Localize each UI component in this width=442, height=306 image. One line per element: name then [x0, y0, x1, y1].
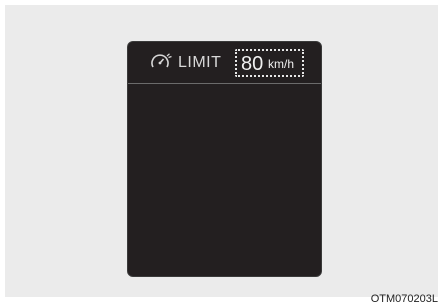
speed-value: 80 [241, 53, 264, 75]
speed-unit: km/h [268, 57, 295, 71]
speed-limiter-icon [151, 53, 172, 68]
cluster-display: LIMIT 80 km/h [127, 41, 322, 277]
limit-label: LIMIT [178, 54, 222, 71]
figure-code: OTM070203L [370, 293, 438, 305]
display-header: LIMIT 80 km/h [128, 42, 321, 83]
header-divider [128, 83, 321, 84]
speed-limit-readout: 80 km/h [235, 49, 304, 77]
